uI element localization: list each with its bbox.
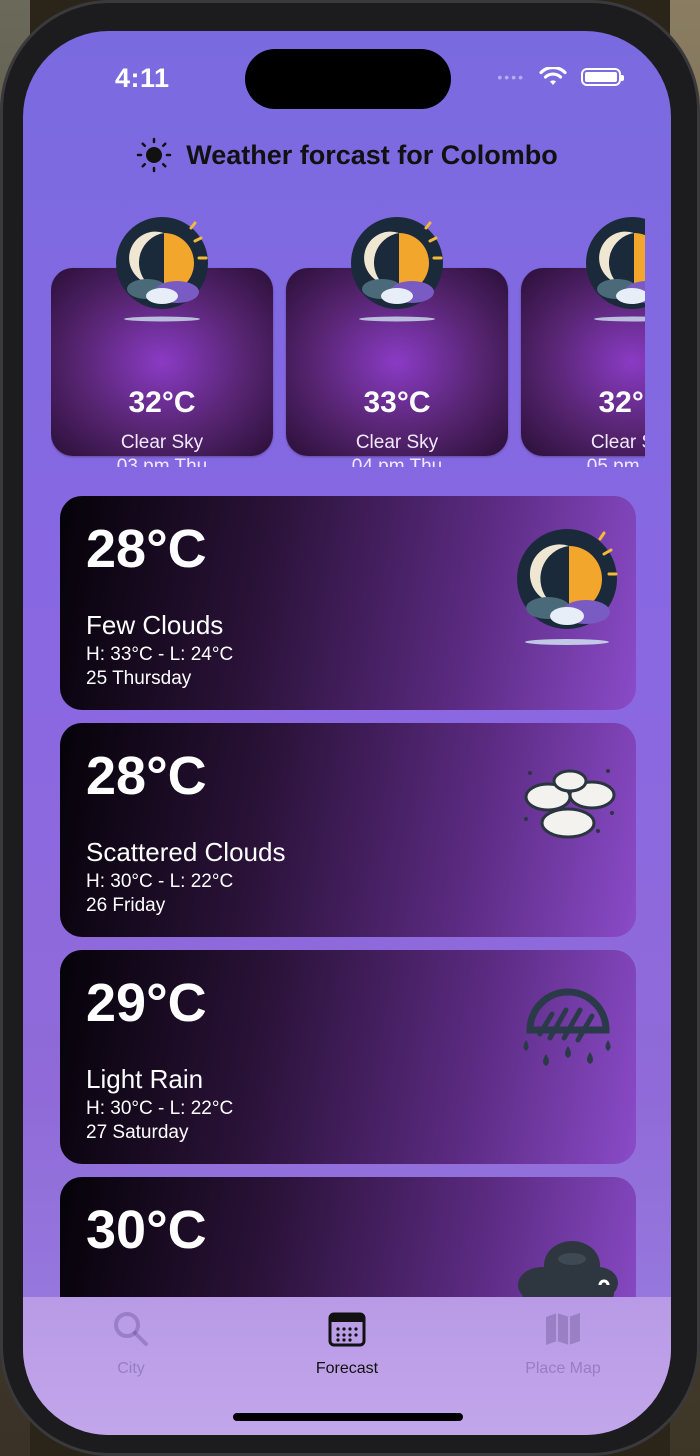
- clear-night-icon: [116, 217, 208, 322]
- search-icon: [114, 1312, 148, 1346]
- daily-card[interactable]: 29°C Light Rain H: 30°C - L: 22°C 27 Sat…: [60, 950, 636, 1164]
- daily-desc: Scattered Clouds: [86, 837, 286, 867]
- dynamic-island: [245, 49, 451, 109]
- daily-high-low: H: 30°C - L: 22°C: [86, 1098, 234, 1119]
- tab-bar: City Forecast Place Map: [23, 1297, 671, 1435]
- hourly-temp: 32°C: [598, 386, 645, 419]
- daily-temp: 30°C: [86, 1200, 207, 1260]
- hourly-card[interactable]: 32°C Clear Sky 03 pm Thu: [51, 217, 273, 467]
- daily-date: 25 Thursday: [86, 668, 192, 689]
- hourly-time: 04 pm Thu: [351, 456, 443, 467]
- hourly-time: 05 pm Thu: [586, 456, 645, 467]
- daily-card[interactable]: 28°C Few Clouds H: 33°C - L: 24°C 25 Thu…: [60, 496, 636, 710]
- tab-forecast-label: Forecast: [315, 1360, 379, 1377]
- hourly-temp: 33°C: [363, 386, 431, 419]
- light-rain-icon: [523, 988, 611, 1066]
- hourly-time: 03 pm Thu: [116, 456, 208, 467]
- daily-date: 26 Friday: [86, 895, 166, 916]
- hourly-desc: Clear Sky: [120, 432, 204, 453]
- daily-high-low: H: 30°C - L: 22°C: [86, 871, 234, 892]
- daily-high-low: H: 33°C - L: 24°C: [86, 644, 234, 665]
- hourly-temp: 32°C: [128, 386, 196, 419]
- daily-card[interactable]: 28°C Scattered Clouds H: 30°C - L: 22°C …: [60, 723, 636, 937]
- clear-night-icon: [351, 217, 443, 322]
- clear-night-icon: [586, 217, 645, 322]
- scattered-clouds-icon: [524, 769, 616, 839]
- hourly-card[interactable]: 32°C Clear Sky 05 pm Thu: [521, 217, 645, 467]
- signal-icon: ••••: [497, 69, 525, 85]
- tab-city-label: City: [117, 1360, 145, 1377]
- tab-forecast[interactable]: Forecast: [267, 1309, 427, 1378]
- tab-city[interactable]: City: [51, 1309, 211, 1378]
- wifi-icon: [539, 67, 567, 85]
- tab-place-map-label: Place Map: [525, 1360, 601, 1377]
- hourly-desc: Clear Sky: [355, 432, 439, 453]
- tab-place-map[interactable]: Place Map: [483, 1309, 643, 1378]
- phone-frame: 4:11 •••• Weather forcast for Colombo 32…: [0, 0, 700, 1456]
- status-time: 4:11: [115, 63, 170, 93]
- calendar-icon: [328, 1312, 366, 1347]
- sun-icon: [136, 137, 172, 173]
- page-header: Weather forcast for Colombo: [23, 137, 671, 173]
- daily-desc: Light Rain: [86, 1064, 204, 1094]
- hourly-forecast-scroller[interactable]: 32°C Clear Sky 03 pm Thu 33°C Clear Sky …: [51, 217, 645, 467]
- daily-date: 27 Saturday: [86, 1122, 189, 1143]
- hourly-card[interactable]: 33°C Clear Sky 04 pm Thu: [286, 217, 508, 467]
- battery-icon: [581, 68, 624, 86]
- app-screen: 4:11 •••• Weather forcast for Colombo 32…: [23, 31, 671, 1435]
- few-clouds-icon: [517, 529, 618, 645]
- daily-desc: Few Clouds: [86, 610, 224, 640]
- page-title: Weather forcast for Colombo: [186, 139, 558, 170]
- map-icon: [546, 1313, 580, 1345]
- home-indicator[interactable]: [233, 1413, 463, 1421]
- status-icons: ••••: [497, 67, 624, 87]
- daily-temp: 29°C: [86, 973, 207, 1033]
- daily-temp: 28°C: [86, 519, 207, 579]
- daily-temp: 28°C: [86, 746, 207, 806]
- hourly-desc: Clear Sky: [590, 432, 645, 453]
